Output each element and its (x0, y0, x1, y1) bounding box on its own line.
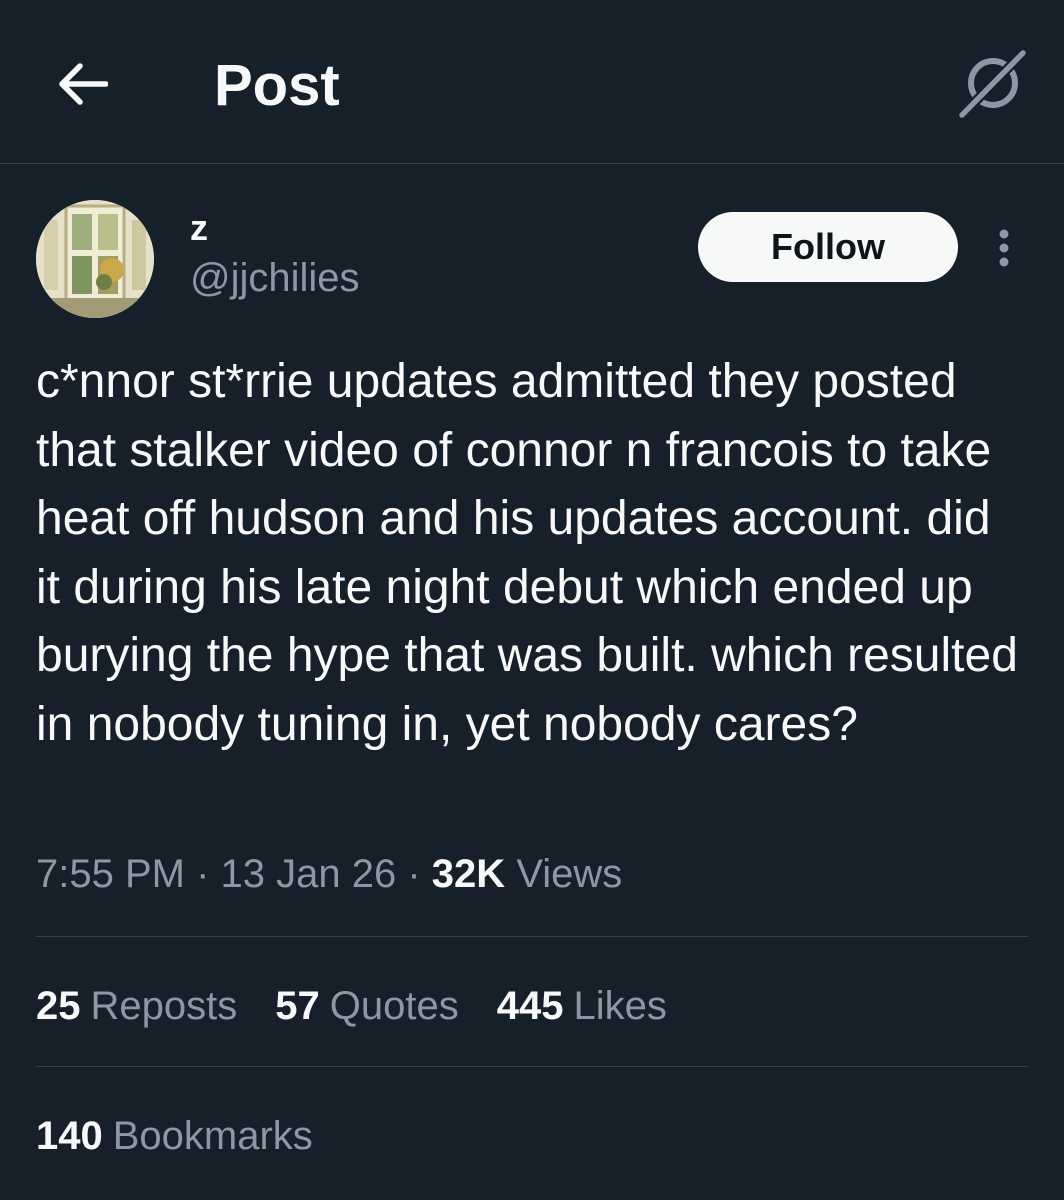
avatar[interactable] (36, 200, 154, 318)
separator-dot: · (407, 852, 432, 896)
reposts-label: Reposts (90, 984, 238, 1028)
back-button[interactable] (50, 52, 114, 116)
author-name[interactable]: z (190, 206, 208, 250)
divider (36, 936, 1028, 937)
bookmarks-stat[interactable]: 140 Bookmarks (36, 1108, 313, 1164)
quotes-stat[interactable]: 57 Quotes (275, 978, 458, 1034)
page-title: Post (214, 53, 340, 118)
top-app-bar: Post (0, 0, 1064, 164)
likes-count: 445 (496, 984, 564, 1028)
tweet-time[interactable]: 7:55 PM (36, 852, 185, 896)
author-handle[interactable]: @jjchilies (190, 254, 360, 302)
follow-button[interactable]: Follow (698, 212, 958, 282)
reposts-stat[interactable]: 25 Reposts (36, 978, 237, 1034)
quotes-count: 57 (275, 984, 320, 1028)
views-count: 32K (431, 852, 506, 896)
more-vertical-icon (999, 229, 1009, 267)
reposts-count: 25 (36, 984, 81, 1028)
likes-stat[interactable]: 445 Likes (497, 978, 667, 1034)
engagement-stats: 25 Reposts 57 Quotes 445 Likes (36, 978, 705, 1034)
avatar-image (36, 200, 154, 318)
bookmarks-count: 140 (36, 1114, 103, 1158)
views-label: Views (516, 852, 623, 896)
divider (36, 1066, 1028, 1067)
tweet-meta: 7:55 PM · 13 Jan 26 · 32K Views (36, 846, 622, 902)
separator-dot: · (196, 852, 221, 896)
quotes-label: Quotes (329, 984, 459, 1028)
tweet-text: c*nnor st*rrie updates admitted they pos… (36, 355, 1018, 751)
likes-label: Likes (573, 984, 667, 1028)
grok-button[interactable] (954, 46, 1030, 122)
bookmarks-label: Bookmarks (112, 1114, 313, 1158)
grok-icon (958, 49, 1027, 119)
tweet-date[interactable]: 13 Jan 26 (221, 852, 397, 896)
arrow-left-icon (59, 63, 108, 105)
more-options-button[interactable] (984, 222, 1024, 274)
